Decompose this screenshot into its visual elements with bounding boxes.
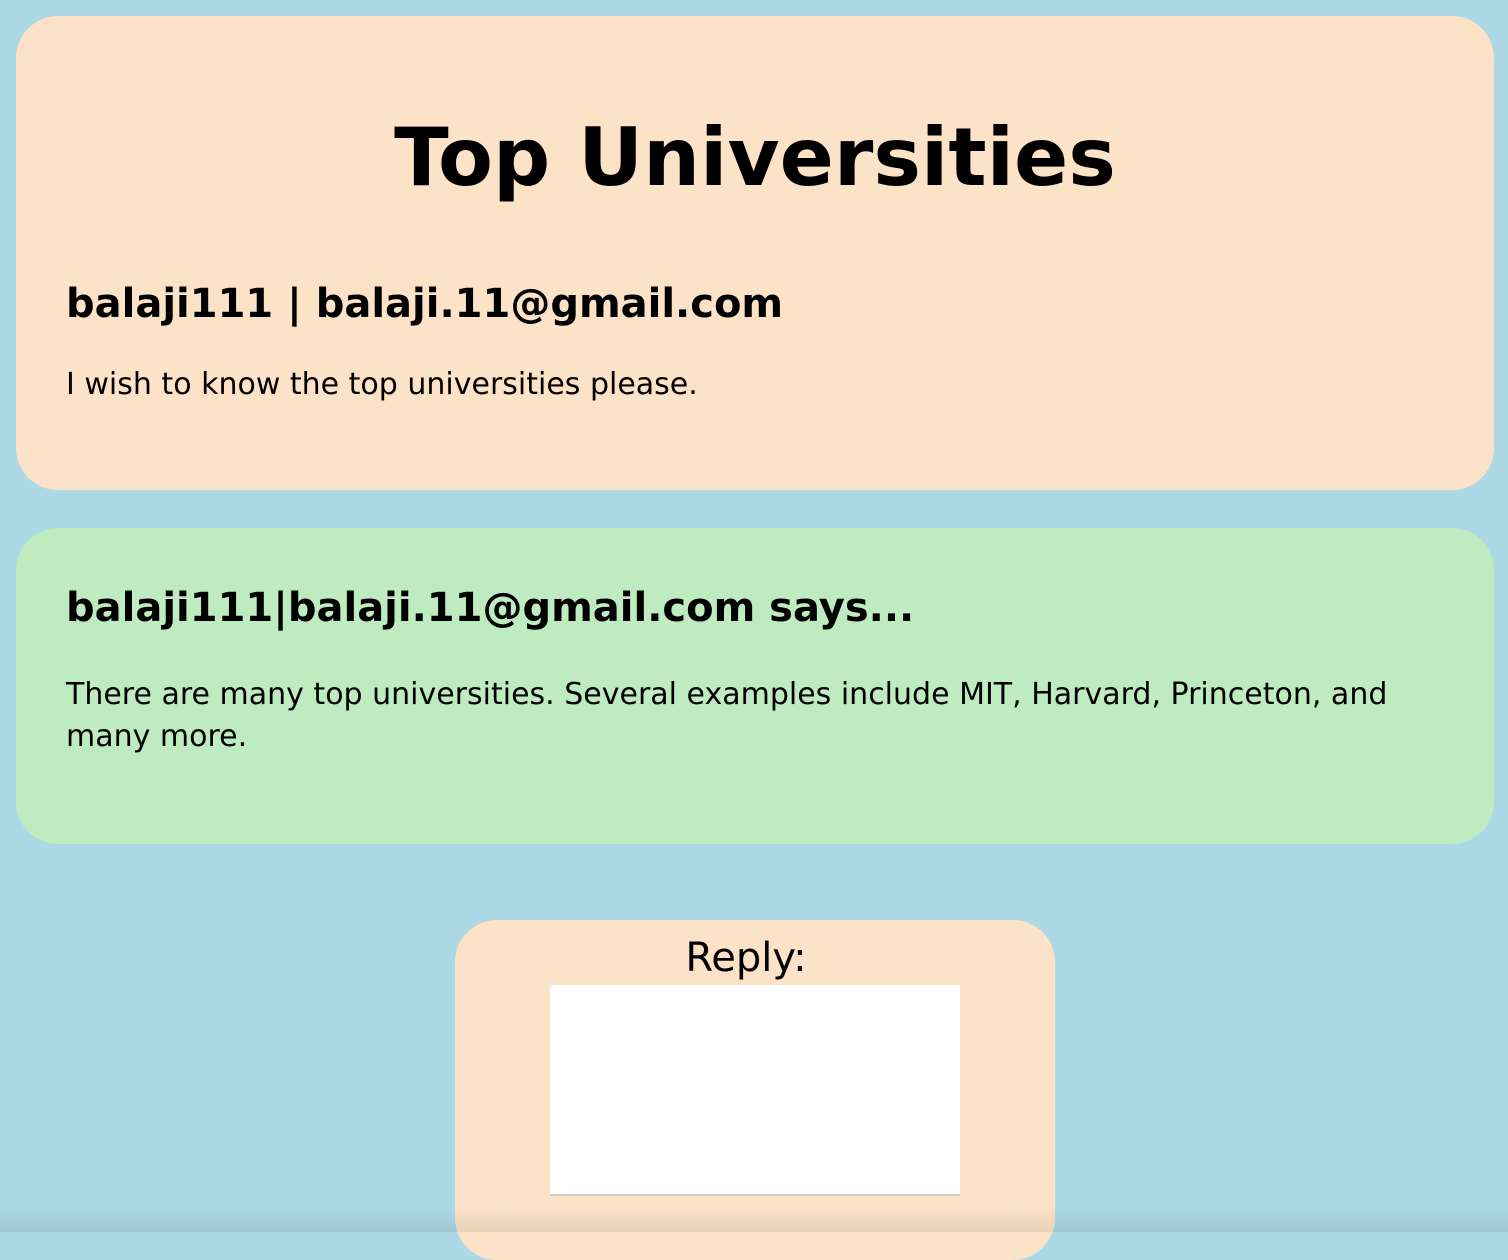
question-author: balaji111 | balaji.11@gmail.com [66,281,784,327]
reply-textarea[interactable] [550,985,960,1196]
question-body: I wish to know the top universities plea… [66,367,698,402]
answer-author: balaji111|balaji.11@gmail.com says... [66,585,915,631]
answer-body: There are many top universities. Several… [66,677,1388,754]
answer-card: balaji111|balaji.11@gmail.com says... Th… [16,528,1494,844]
question-card: Top Universities balaji111 | balaji.11@g… [16,16,1494,490]
reply-card: Reply: [455,920,1055,1260]
page-title: Top Universities [394,111,1116,204]
reply-label: Reply: [685,935,807,981]
